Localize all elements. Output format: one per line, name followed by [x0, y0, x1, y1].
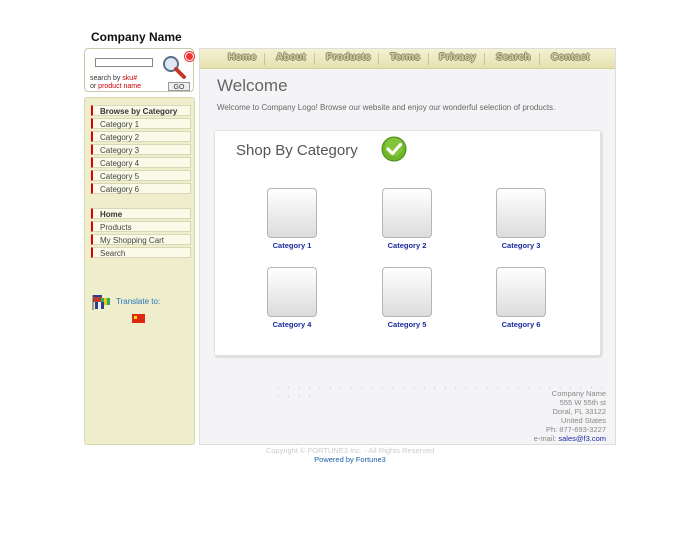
email-link[interactable]: sales@f3.com [558, 434, 606, 443]
tab-about[interactable]: About [276, 52, 306, 63]
tab-search[interactable]: Search [496, 52, 531, 63]
address-street: 555 W 55th st [559, 398, 606, 407]
sidebar-item-category-6[interactable]: Category 6 [91, 183, 191, 194]
category-1-image[interactable] [267, 188, 317, 238]
sidebar-item-category-4[interactable]: Category 4 [91, 157, 191, 168]
sidebar-item-category-1[interactable]: Category 1 [91, 118, 191, 129]
address-country: United States [560, 416, 606, 425]
powered-by-link[interactable]: Powered by Fortune3 [0, 455, 700, 464]
sidebar-item-products[interactable]: Products [91, 221, 191, 232]
category-2-image[interactable] [382, 188, 432, 238]
china-flag-icon[interactable] [132, 314, 145, 323]
tab-privacy[interactable]: Privacy [439, 52, 476, 63]
shop-by-category-title: Shop By Category [236, 142, 358, 159]
sidebar-item-shopping-cart[interactable]: My Shopping Cart [91, 234, 191, 245]
search-box: search by sku# or product name GO [84, 48, 194, 92]
sidebar-item-search[interactable]: Search [91, 247, 191, 258]
company-address: Company Name 555 W 55th st Doral, FL 331… [534, 389, 606, 443]
category-1-link[interactable]: Category 1 [252, 241, 332, 250]
welcome-text: Welcome to Company Logo! Browse our webs… [217, 103, 556, 112]
tab-terms[interactable]: Terms [390, 52, 420, 63]
magnifier-icon[interactable] [161, 54, 187, 80]
company-name: Company Name [91, 30, 182, 44]
category-5-link[interactable]: Category 5 [367, 320, 447, 329]
category-6-image[interactable] [496, 267, 546, 317]
main-content: Home About Products Terms Privacy Search… [199, 48, 616, 445]
address-city: Doral, FL 33122 [552, 407, 606, 416]
category-6-link[interactable]: Category 6 [481, 320, 561, 329]
search-input[interactable] [95, 58, 153, 67]
category-2-link[interactable]: Category 2 [367, 241, 447, 250]
sidebar-item-category-3[interactable]: Category 3 [91, 144, 191, 155]
category-3-image[interactable] [496, 188, 546, 238]
search-hint: search by sku# or product name [90, 75, 141, 90]
translate-label: Translate to: [116, 297, 161, 306]
nav-bar: Home About Products Terms Privacy Search… [200, 49, 615, 69]
go-button[interactable]: GO [168, 82, 190, 91]
sidebar-item-home[interactable]: Home [91, 208, 191, 219]
address-name: Company Name [551, 389, 606, 398]
flags-icon [92, 295, 110, 310]
email-label: e-mail: [533, 434, 559, 443]
copyright-text: Copyright © FORTUNE3 Inc. - All Rights R… [265, 446, 435, 455]
category-3-link[interactable]: Category 3 [481, 241, 561, 250]
sidebar-item-category-2[interactable]: Category 2 [91, 131, 191, 142]
checkmark-icon [381, 136, 407, 162]
page-title: Welcome [217, 76, 288, 95]
category-5-image[interactable] [382, 267, 432, 317]
tab-products[interactable]: Products [326, 52, 371, 63]
shop-by-category-panel: Shop By Category Category 1 Category 2 C… [214, 130, 601, 356]
sidebar: Browse by Category Category 1 Category 2… [84, 97, 195, 445]
category-4-link[interactable]: Category 4 [252, 320, 332, 329]
address-phone: Ph: 877-693-3227 [545, 425, 606, 434]
browse-by-category-heading: Browse by Category [91, 105, 191, 116]
sidebar-item-category-5[interactable]: Category 5 [91, 170, 191, 181]
tab-contact[interactable]: Contact [551, 52, 590, 63]
tab-home[interactable]: Home [228, 52, 257, 63]
category-4-image[interactable] [267, 267, 317, 317]
